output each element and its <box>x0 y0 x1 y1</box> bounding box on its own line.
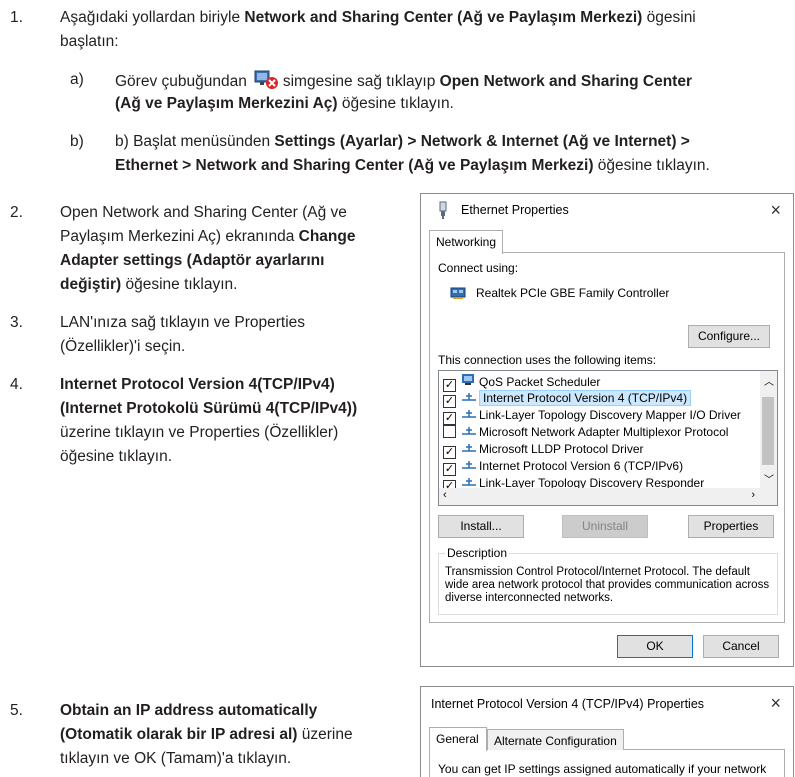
ok-button[interactable]: OK <box>617 635 693 658</box>
protocol-icon <box>462 476 476 486</box>
step-1b-text: b) Başlat menüsünden Settings (Ayarlar) … <box>115 133 690 150</box>
step-5-number: 5. <box>10 702 23 719</box>
dialog-title-bar[interactable]: Internet Protocol Version 4 (TCP/IPv4) P… <box>421 687 793 719</box>
items-label: This connection uses the following items… <box>438 353 657 367</box>
protocol-icon <box>462 459 476 469</box>
list-item-ipv6[interactable]: ✓ Internet Protocol Version 6 (TCP/IPv6) <box>443 459 683 476</box>
step-1-text-line2: başlatın: <box>60 33 119 50</box>
checkbox[interactable] <box>443 425 456 438</box>
protocol-icon <box>462 425 476 435</box>
step-1-bold: Network and Sharing Center (Ağ ve Paylaş… <box>244 9 643 26</box>
ipv4-properties-dialog: Internet Protocol Version 4 (TCP/IPv4) P… <box>420 686 794 777</box>
step-4-number: 4. <box>10 376 23 393</box>
adapter-field: Realtek PCIe GBE Family Controller <box>438 283 778 305</box>
qos-scheduler-icon <box>462 374 476 385</box>
list-item-lldp[interactable]: ✓ Microsoft LLDP Protocol Driver <box>443 442 644 459</box>
step-1-text: Aşağıdaki yollardan biriyle Network and … <box>60 9 696 26</box>
list-item-multiplexor[interactable]: Microsoft Network Adapter Multiplexor Pr… <box>443 425 728 441</box>
ip-settings-intro-text: You can get IP settings assigned automat… <box>438 762 768 776</box>
network-error-tray-icon <box>253 68 279 90</box>
description-label: Description <box>445 546 510 560</box>
step-5-line1: Obtain an IP address automatically <box>60 702 318 719</box>
ethernet-properties-dialog: Ethernet Properties × Networking Connect… <box>420 193 794 667</box>
chevron-down-icon[interactable]: ﹀ <box>764 471 774 486</box>
dialog-title-bar[interactable]: Ethernet Properties × <box>421 194 793 226</box>
networking-panel: Connect using: Realtek PCIe GBE Family C… <box>429 253 785 623</box>
horizontal-scrollbar[interactable]: ‹ › <box>439 488 777 505</box>
list-item-qos[interactable]: ✓ QoS Packet Scheduler <box>443 374 600 392</box>
step-1b-letter: b) <box>70 133 84 150</box>
step-2-line4: değiştir) öğesine tıklayın. <box>60 276 238 293</box>
checkbox[interactable]: ✓ <box>443 412 456 425</box>
chevron-right-icon[interactable]: › <box>751 489 755 501</box>
tab-bar: Networking <box>429 230 785 254</box>
chevron-up-icon[interactable]: ︿ <box>764 373 774 388</box>
connect-using-label: Connect using: <box>438 261 519 275</box>
protocol-icon <box>462 408 476 418</box>
uninstall-button[interactable]: Uninstall <box>562 515 648 538</box>
network-card-icon <box>450 285 468 304</box>
step-1a-text: Görev çubuğundan simgesine sağ tıklayıp O… <box>115 68 795 93</box>
vertical-scrollbar[interactable]: ︿ ﹀ <box>760 371 777 488</box>
cancel-button[interactable]: Cancel <box>703 635 779 658</box>
step-5-line2: (Otomatik olarak bir IP adresi al) üzeri… <box>60 726 353 743</box>
description-text: Transmission Control Protocol/Internet P… <box>445 566 770 604</box>
protocol-icon <box>462 442 476 452</box>
step-3-line2: (Özellikler)'i seçin. <box>60 338 186 355</box>
step-4-line1: Internet Protocol Version 4(TCP/IPv4) <box>60 376 335 393</box>
scrollbar-thumb[interactable] <box>762 397 774 465</box>
list-item-ipv4[interactable]: ✓ Internet Protocol Version 4 (TCP/IPv4) <box>443 390 692 408</box>
tab-alternate-configuration[interactable]: Alternate Configuration <box>487 729 624 750</box>
selected-item-label: Internet Protocol Version 4 (TCP/IPv4) <box>479 390 692 406</box>
install-button[interactable]: Install... <box>438 515 524 538</box>
chevron-left-icon[interactable]: ‹ <box>443 489 447 501</box>
step-1b-text-line2: Ethernet > Network and Sharing Center (A… <box>115 157 710 174</box>
step-4-line3: üzerine tıklayın ve Properties (Özellikl… <box>60 424 339 441</box>
tab-bar: General Alternate Configuration <box>429 727 785 751</box>
description-group: Description Transmission Control Protoco… <box>438 546 778 615</box>
tab-general[interactable]: General <box>429 727 487 751</box>
tab-networking[interactable]: Networking <box>429 230 504 254</box>
step-2-line3: Adapter settings (Adaptör ayarlarını <box>60 252 325 269</box>
step-1-number: 1. <box>10 9 23 26</box>
step-2-line2: Paylaşım Merkezini Aç) ekranında Change <box>60 228 356 245</box>
step-2-number: 2. <box>10 204 23 221</box>
checkbox[interactable]: ✓ <box>443 446 456 459</box>
adapter-name: Realtek PCIe GBE Family Controller <box>476 286 670 300</box>
close-icon[interactable]: × <box>770 200 781 221</box>
step-1a-text-line2: (Ağ ve Paylaşım Merkezini Aç) öğesine tı… <box>115 95 454 112</box>
list-item-lltd-mapper[interactable]: ✓ Link-Layer Topology Discovery Mapper I/… <box>443 408 741 425</box>
general-panel: You can get IP settings assigned automat… <box>429 750 785 777</box>
ethernet-adapter-icon <box>435 201 451 222</box>
dialog-title: Internet Protocol Version 4 (TCP/IPv4) P… <box>431 697 705 711</box>
step-2-line1: Open Network and Sharing Center (Ağ ve <box>60 204 347 221</box>
step-3-number: 3. <box>10 314 23 331</box>
step-3-line1: LAN'ınıza sağ tıklayın ve Properties <box>60 314 306 331</box>
step-1a-letter: a) <box>70 71 84 88</box>
items-list[interactable]: ✓ QoS Packet Scheduler ✓ Internet Protocol… <box>438 370 778 506</box>
protocol-icon <box>462 391 476 401</box>
checkbox[interactable]: ✓ <box>443 463 456 476</box>
step-4-line4: öğesine tıklayın. <box>60 448 173 465</box>
close-icon[interactable]: × <box>770 693 781 714</box>
configure-button[interactable]: Configure... <box>688 325 770 348</box>
checkbox[interactable]: ✓ <box>443 395 456 408</box>
properties-button[interactable]: Properties <box>688 515 774 538</box>
dialog-title: Ethernet Properties <box>461 203 569 217</box>
step-5-line3: tıklayın ve OK (Tamam)'a tıklayın. <box>60 750 292 767</box>
step-4-line2: (Internet Protokolü Sürümü 4(TCP/IPv4)) <box>60 400 358 417</box>
